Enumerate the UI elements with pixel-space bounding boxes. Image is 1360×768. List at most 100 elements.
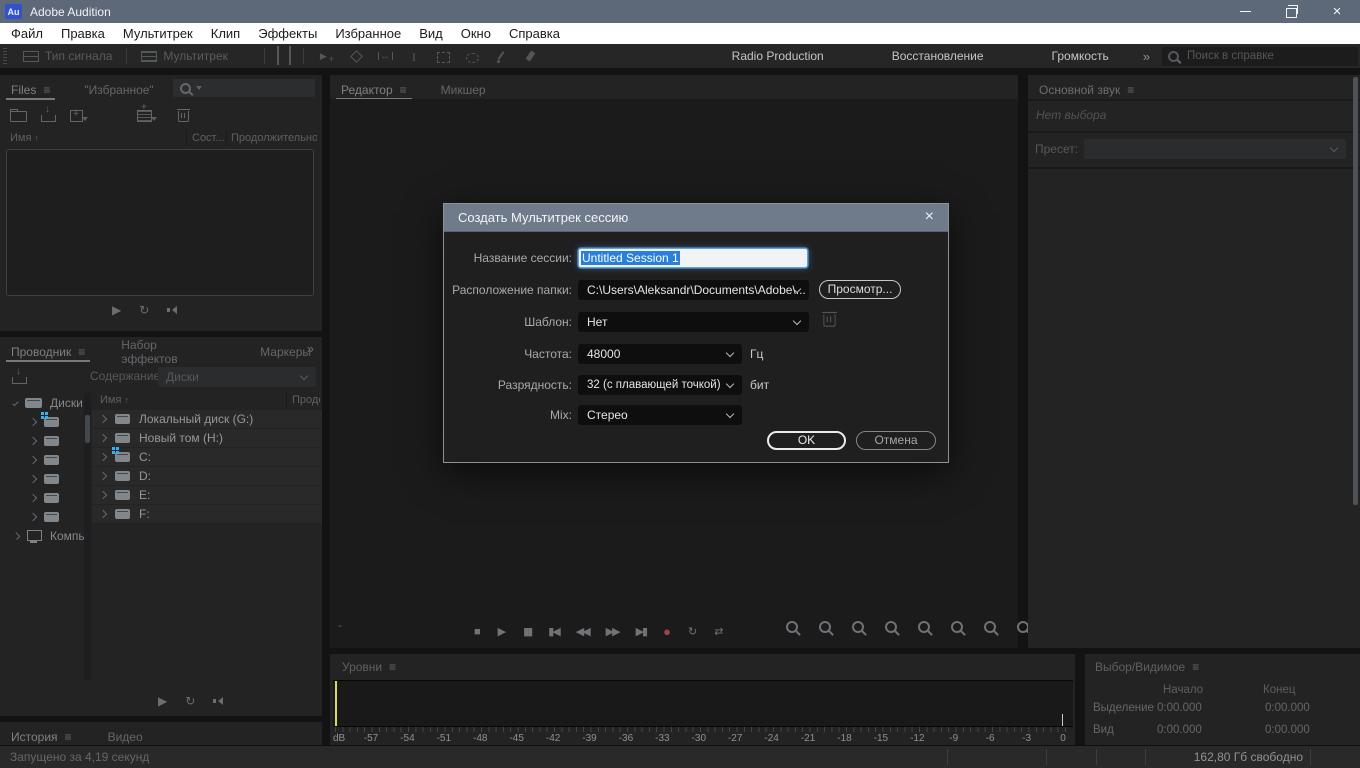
panel-menu-icon[interactable]: ≡ [65,730,72,744]
drives-columns-header[interactable]: Имя ↑ Продолжительность [92,393,322,410]
menu-item[interactable]: Эффекты [249,23,326,44]
tree-drive-item[interactable] [0,469,84,488]
menu-item[interactable]: Вид [410,23,452,44]
menu-item[interactable]: Клип [202,23,249,44]
tab-favorites[interactable]: "Избранное" [73,75,164,99]
go-to-start-button[interactable]: ▮◀ [548,625,559,639]
workspace-tab[interactable]: Громкость [1018,49,1143,63]
chevron-right-icon[interactable] [99,510,107,518]
zoom-in-right-edge-button[interactable] [984,620,996,638]
tab-master-sound[interactable]: Основной звук ≡ [1028,75,1145,99]
more-workspaces-button[interactable]: » [1143,49,1162,64]
chevron-down-icon[interactable] [12,399,18,405]
cancel-button[interactable]: Отмена [856,431,936,450]
tab-effects-rack[interactable]: Набор эффектов [110,337,223,361]
minimize-button[interactable] [1222,0,1268,23]
zoom-out-control[interactable]: - [338,618,342,632]
preset-dropdown[interactable] [1084,139,1346,159]
tab-files[interactable]: Files ≡ [0,75,61,99]
chevron-right-icon[interactable] [29,455,37,463]
go-to-end-button[interactable]: ▶▮ [636,625,647,639]
drive-row[interactable]: F: [92,505,322,523]
skip-selection-button[interactable]: ⇄ [714,625,723,639]
panel-menu-icon[interactable]: ≡ [43,83,50,97]
sample-rate-dropdown[interactable]: 48000 [578,344,742,364]
record-button[interactable]: ● [663,625,671,639]
delete-icon[interactable] [178,111,189,122]
help-search-input[interactable] [1185,49,1339,63]
menu-item[interactable]: Мультитрек [114,23,202,44]
tab-history[interactable]: История ≡ [0,722,83,746]
chevron-right-icon[interactable] [13,532,21,540]
dialog-titlebar[interactable]: Создать Мультитрек сессию × [444,204,948,232]
chevron-right-icon[interactable] [29,493,37,501]
drive-row[interactable]: E: [92,486,322,504]
time-selection-tool-button[interactable] [407,50,421,63]
panel-menu-icon[interactable]: ≡ [1127,83,1134,97]
play-button[interactable]: ▶ [498,625,506,639]
column-status[interactable]: Сост... [192,132,225,144]
zoom-in-left-edge-button[interactable] [951,620,963,638]
files-columns-header[interactable]: Имя ↑ Сост... Продолжительность [0,130,322,147]
tab-mixer[interactable]: Микшер [430,75,497,99]
more-panels-button[interactable]: » [307,341,314,356]
razor-tool-button[interactable] [349,50,363,63]
files-list-empty[interactable] [6,149,314,296]
files-search-box[interactable] [173,79,315,97]
zoom-reset-button[interactable] [918,620,930,638]
menu-item[interactable]: Файл [2,23,52,44]
chevron-right-icon[interactable] [29,512,37,520]
chevron-right-icon[interactable] [99,472,107,480]
menu-item[interactable]: Окно [452,23,500,44]
tab-explorer[interactable]: Проводник ≡ [0,337,96,361]
folder-location-dropdown[interactable]: C:\Users\Aleksandr\Documents\Adobe\... [578,280,809,300]
import-files-icon[interactable] [41,115,56,122]
zoom-out-button[interactable] [819,620,831,638]
tree-drive-item[interactable] [0,412,84,431]
browse-button[interactable]: Просмотр... [819,280,901,299]
chevron-right-icon[interactable] [99,453,107,461]
column-duration[interactable]: Продолжительность [231,132,317,144]
drive-row[interactable]: Новый том (H:) [92,429,322,447]
fast-forward-button[interactable]: ▶▶ [606,625,619,639]
panel-menu-icon[interactable]: ≡ [78,345,85,359]
multitrack-button[interactable]: Мультитрек [131,46,237,66]
panel-menu-icon[interactable]: ≡ [400,83,407,97]
tree-computer[interactable]: Компьютер [0,526,84,545]
bit-depth-dropdown[interactable]: 32 (с плавающей точкой) [578,375,742,395]
stop-button[interactable]: ■ [474,625,481,639]
tree-drive-item[interactable] [0,450,84,469]
chevron-right-icon[interactable] [29,474,37,482]
chevron-right-icon[interactable] [99,434,107,442]
close-button[interactable]: × [1314,0,1360,23]
lasso-selection-tool-button[interactable] [465,50,479,63]
import-icon[interactable] [12,377,27,384]
panel-scrollbar[interactable] [1353,77,1358,505]
slip-tool-button[interactable] [378,50,392,63]
loop-playback-button[interactable]: ↻ [185,694,195,708]
pause-button[interactable]: ▮▮ [523,625,531,639]
loop-playback-button[interactable]: ↻ [139,303,149,317]
auto-play-button[interactable] [167,305,178,315]
chevron-right-icon[interactable] [29,417,37,425]
dialog-close-button[interactable]: × [920,208,939,226]
tree-drive-item[interactable] [0,507,84,526]
tab-editor[interactable]: Редактор ≡ [330,75,418,99]
level-meter[interactable] [333,680,1073,727]
multitrack-view-button[interactable] [289,47,291,65]
workspace-tab[interactable]: Восстановление [858,49,1018,63]
waveform-view-button[interactable] [277,47,279,65]
session-name-input[interactable]: Untitled Session 1 [578,248,808,268]
menu-item[interactable]: Правка [52,23,114,44]
tree-root-drives[interactable]: Диски [0,393,84,412]
zoom-in-button[interactable] [786,620,798,638]
delete-template-icon[interactable] [823,314,836,327]
menu-item[interactable]: Избранное [326,23,410,44]
column-name[interactable]: Имя [10,132,31,144]
tree-drive-item[interactable] [0,431,84,450]
chevron-right-icon[interactable] [29,436,37,444]
marquee-selection-tool-button[interactable] [436,50,450,63]
drive-row[interactable]: Локальный диск (G:) [92,410,322,428]
chevron-right-icon[interactable] [99,491,107,499]
restore-button[interactable] [1268,0,1314,23]
